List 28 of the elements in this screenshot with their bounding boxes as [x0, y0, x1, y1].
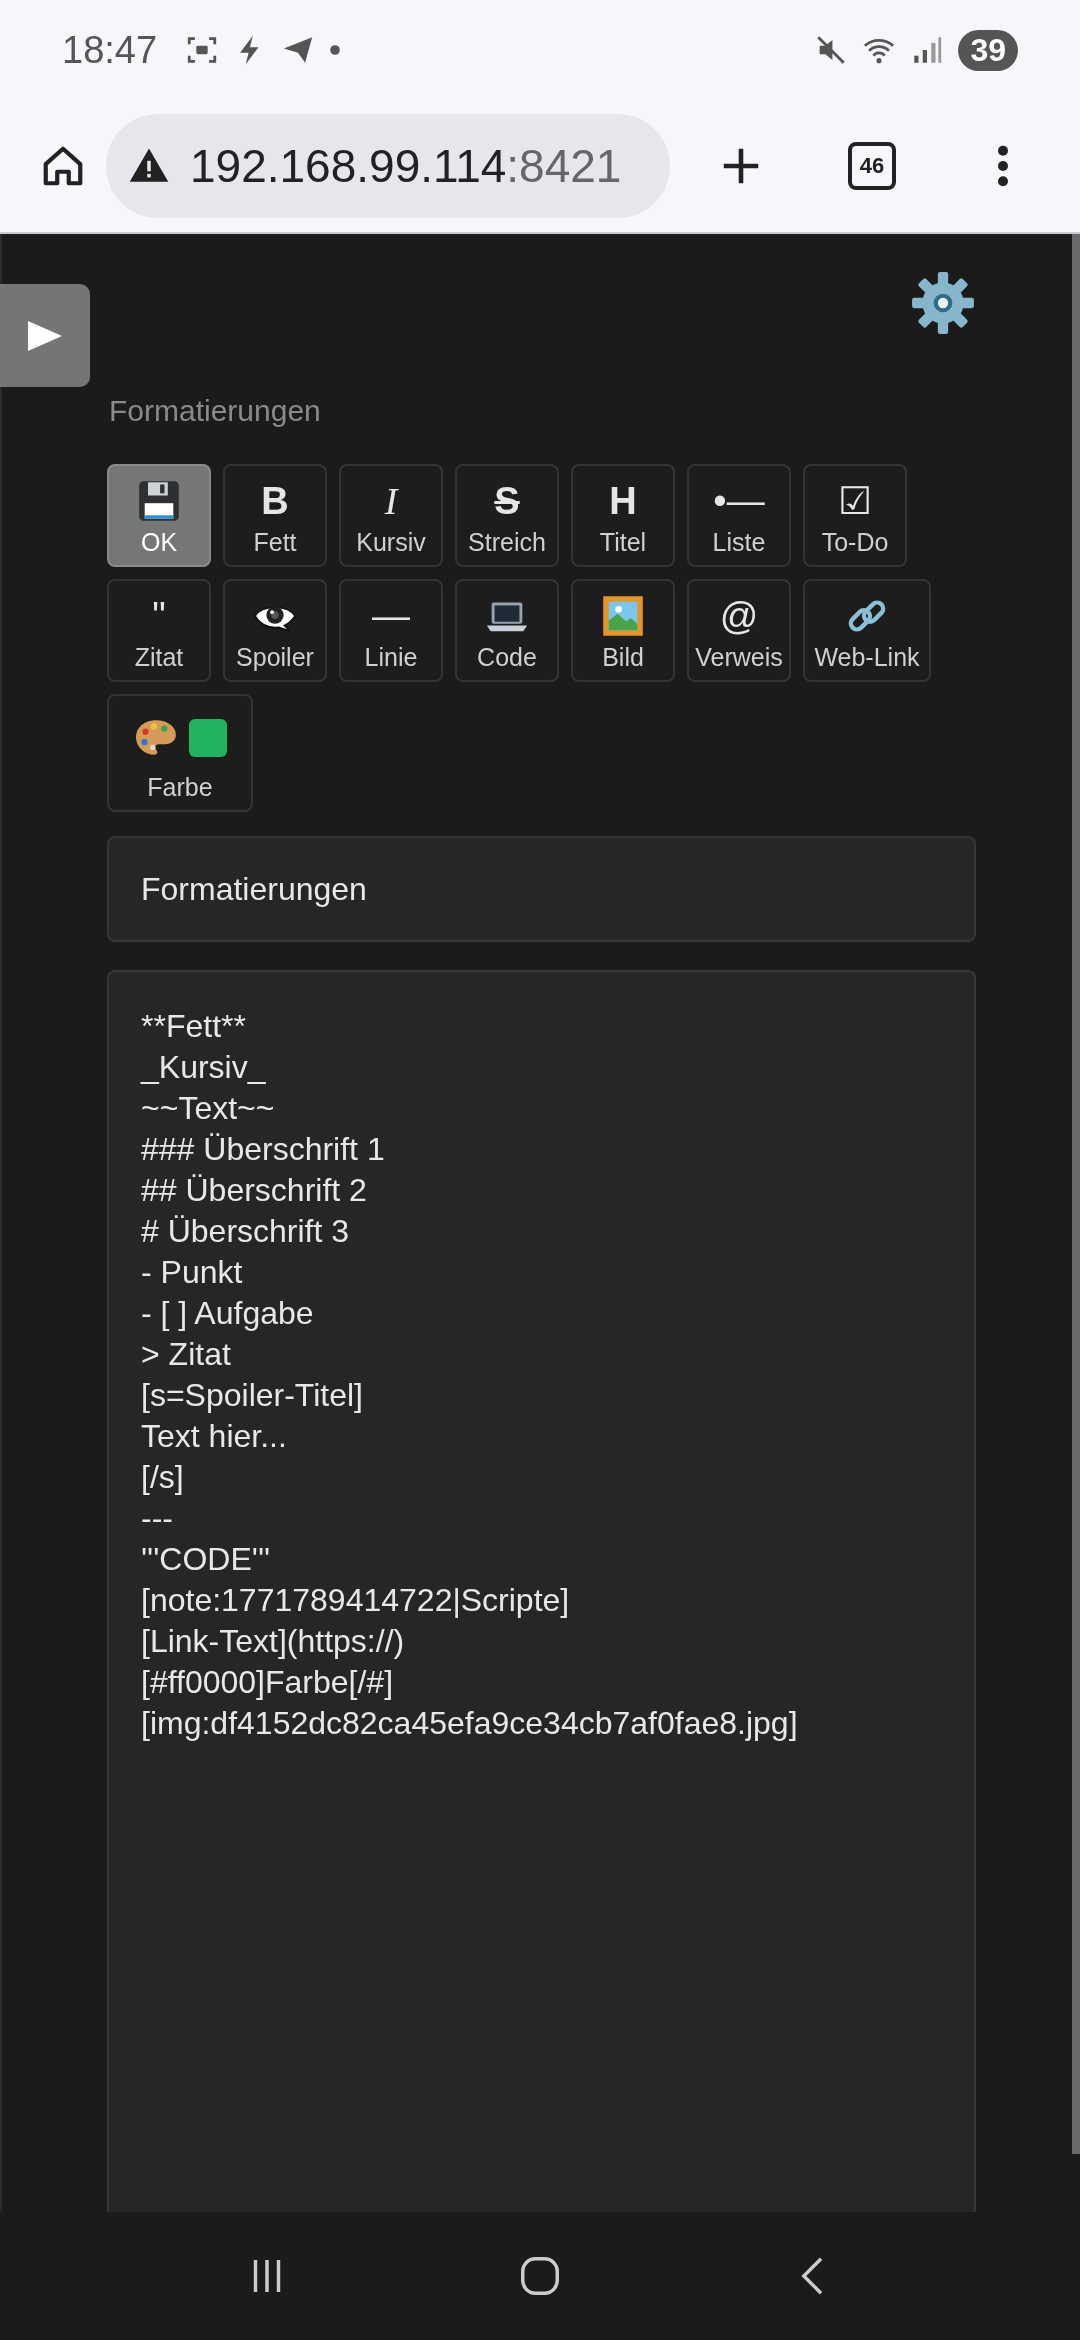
play-button[interactable]	[0, 284, 90, 387]
dot-icon	[329, 44, 342, 56]
format-button[interactable]: Farbe	[107, 694, 253, 812]
url-text: 192.168.99.114:8421	[190, 139, 622, 193]
format-button[interactable]: S Streich	[455, 464, 559, 567]
format-button[interactable]: ☑ To-Do	[803, 464, 907, 567]
format-button[interactable]: H Titel	[571, 464, 675, 567]
format-button[interactable]: " Zitat	[107, 579, 211, 682]
clock: 18:47	[62, 28, 158, 72]
section-label: Formatierungen	[109, 394, 322, 428]
format-button[interactable]: •— Liste	[687, 464, 791, 567]
address-bar[interactable]: 192.168.99.114:8421	[106, 114, 670, 218]
format-button[interactable]: Code	[455, 579, 559, 682]
tab-count-button[interactable]: 46	[848, 142, 896, 190]
format-button[interactable]: @ Verweis	[687, 579, 791, 682]
format-button[interactable]: OK	[107, 464, 211, 567]
battery-indicator: 39	[958, 29, 1018, 71]
framed-picture-icon	[600, 594, 646, 638]
format-button[interactable]: I Kursiv	[339, 464, 443, 567]
title-field[interactable]: Formatierungen	[107, 836, 976, 942]
settings-icon[interactable]	[910, 270, 976, 336]
scrollbar[interactable]	[1072, 234, 1080, 2154]
format-button[interactable]: Spoiler	[223, 579, 327, 682]
text-editor[interactable]: **Fett** _Kursiv_ ~~Text~~ ### Überschrift 1 ## Überschrift 2 # Überschrift 3 - Punkt - [ ] Aufgabe > Zitat [s=Spoiler-Titel] Text hier... [/s] --- '''CODE''' [note:1771789414722|Scripte] [Link-Text](https://) [#ff0000]Farbe[/#] [img:df4152dc82ca45efa9ce34cb7af0fae8.jpg]	[107, 970, 976, 2212]
format-button[interactable]: Bild	[571, 579, 675, 682]
format-button[interactable]: Web-Link	[803, 579, 931, 682]
format-button[interactable]: B Fett	[223, 464, 327, 567]
format-button[interactable]: — Linie	[339, 579, 443, 682]
